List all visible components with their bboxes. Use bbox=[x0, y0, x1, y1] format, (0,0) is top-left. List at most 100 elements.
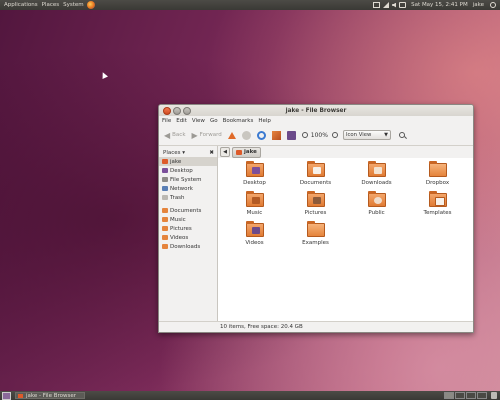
view-mode-select[interactable]: Icon View ▼ bbox=[342, 130, 391, 140]
documents-folder-icon bbox=[306, 161, 325, 177]
user-menu[interactable]: jake bbox=[473, 2, 484, 8]
home-icon[interactable] bbox=[271, 130, 281, 140]
back-button[interactable]: ◀ Back bbox=[164, 131, 186, 140]
sidebar-item-videos[interactable]: Videos bbox=[159, 233, 217, 242]
sidebar-item-network[interactable]: Network bbox=[159, 184, 217, 193]
file-item[interactable]: Dropbox bbox=[407, 161, 468, 193]
file-item-label: Templates bbox=[423, 210, 452, 216]
taskbar-window-button[interactable]: jake - File Browser bbox=[15, 392, 85, 399]
sidebar-item-desktop[interactable]: Desktop bbox=[159, 166, 217, 175]
desktop-icon bbox=[162, 168, 168, 173]
file-item[interactable]: Desktop bbox=[224, 161, 285, 193]
volume-icon[interactable] bbox=[392, 2, 397, 8]
messaging-icon[interactable] bbox=[399, 2, 407, 8]
file-item-label: Pictures bbox=[304, 210, 327, 216]
sidebar-item-music[interactable]: Music bbox=[159, 215, 217, 224]
file-item[interactable]: Downloads bbox=[346, 161, 407, 193]
folder-icon bbox=[162, 244, 168, 249]
menu-help[interactable]: Help bbox=[258, 118, 271, 124]
menubar: File Edit View Go Bookmarks Help bbox=[159, 116, 473, 125]
reload-icon[interactable] bbox=[256, 130, 266, 140]
status-bar: 10 items, Free space: 20.4 GB bbox=[159, 321, 473, 332]
sidebar-item-downloads[interactable]: Downloads bbox=[159, 242, 217, 251]
menu-bookmarks[interactable]: Bookmarks bbox=[223, 118, 254, 124]
folder-icon bbox=[162, 235, 168, 240]
window-title: jake - File Browser bbox=[285, 107, 347, 114]
back-arrow-icon: ◀ bbox=[164, 130, 171, 140]
sidebar-item-pictures[interactable]: Pictures bbox=[159, 224, 217, 233]
trash-applet-icon[interactable] bbox=[491, 392, 497, 399]
stop-icon[interactable] bbox=[241, 130, 251, 140]
home-folder-icon bbox=[162, 159, 168, 164]
zoom-in-icon[interactable] bbox=[331, 132, 338, 138]
home-folder-icon bbox=[236, 149, 242, 155]
top-panel: Applications Places System Sat May 15, 2… bbox=[0, 0, 500, 10]
zoom-out-icon[interactable] bbox=[301, 132, 308, 138]
folder-icon bbox=[162, 217, 168, 222]
forward-button[interactable]: ▶ Forward bbox=[192, 131, 222, 140]
places-sidebar: Places ▾ ✖ jake Desktop File System Netw… bbox=[159, 146, 218, 322]
path-crumb-jake[interactable]: jake bbox=[232, 146, 261, 158]
folder-icon bbox=[162, 226, 168, 231]
up-icon[interactable] bbox=[227, 131, 236, 139]
sidebar-item-trash[interactable]: Trash bbox=[159, 193, 217, 202]
file-item[interactable]: Videos bbox=[224, 221, 285, 253]
clock[interactable]: Sat May 15, 2:41 PM bbox=[411, 2, 468, 8]
close-sidebar-icon[interactable]: ✖ bbox=[209, 150, 214, 156]
network-icon[interactable] bbox=[383, 2, 390, 8]
bottom-panel: jake - File Browser bbox=[0, 391, 500, 400]
workspace-1[interactable] bbox=[444, 392, 454, 399]
firefox-launcher-icon[interactable] bbox=[86, 1, 95, 9]
file-item-label: Examples bbox=[302, 240, 329, 246]
file-item-label: Documents bbox=[299, 180, 332, 186]
file-view[interactable]: ◀ jake Desktop Documents Downloads Dropb… bbox=[218, 146, 473, 322]
file-item[interactable]: Documents bbox=[285, 161, 346, 193]
path-left-arrow-icon[interactable]: ◀ bbox=[220, 147, 230, 157]
back-label: Back bbox=[172, 132, 186, 138]
sidebar-item-jake[interactable]: jake bbox=[159, 157, 217, 166]
forward-label: Forward bbox=[199, 132, 222, 138]
folder-icon bbox=[428, 161, 447, 177]
templates-folder-icon bbox=[428, 191, 447, 207]
zoom-level[interactable]: 100% bbox=[311, 132, 328, 139]
file-item[interactable]: Music bbox=[224, 191, 285, 223]
workspace-2[interactable] bbox=[455, 392, 465, 399]
menu-go[interactable]: Go bbox=[210, 118, 218, 124]
folder-icon bbox=[18, 393, 23, 398]
search-icon[interactable] bbox=[398, 132, 405, 138]
videos-folder-icon bbox=[245, 221, 264, 237]
file-item[interactable]: Examples bbox=[285, 221, 346, 253]
file-item[interactable]: Public bbox=[346, 191, 407, 223]
file-item[interactable]: Pictures bbox=[285, 191, 346, 223]
desktop-folder-icon bbox=[245, 161, 264, 177]
sidebar-item-documents[interactable]: Documents bbox=[159, 206, 217, 215]
window-titlebar[interactable]: jake - File Browser bbox=[159, 105, 473, 116]
power-icon[interactable] bbox=[490, 2, 496, 8]
file-item[interactable]: Templates bbox=[407, 191, 468, 223]
file-item-label: Music bbox=[246, 210, 263, 216]
file-item-label: Downloads bbox=[361, 180, 392, 186]
system-menu[interactable]: System bbox=[63, 2, 84, 8]
workspace-4[interactable] bbox=[477, 392, 487, 399]
mail-icon[interactable] bbox=[373, 2, 381, 8]
file-item-label: Dropbox bbox=[425, 180, 450, 186]
music-folder-icon bbox=[245, 191, 264, 207]
drive-icon bbox=[162, 177, 168, 182]
workspace-3[interactable] bbox=[466, 392, 476, 399]
menu-edit[interactable]: Edit bbox=[176, 118, 187, 124]
file-item-label: Videos bbox=[245, 240, 264, 246]
show-desktop-button[interactable] bbox=[2, 391, 11, 400]
browser-body: Places ▾ ✖ jake Desktop File System Netw… bbox=[159, 146, 473, 322]
sidebar-item-file-system[interactable]: File System bbox=[159, 175, 217, 184]
computer-icon[interactable] bbox=[286, 130, 296, 140]
public-folder-icon bbox=[367, 191, 386, 207]
menu-file[interactable]: File bbox=[162, 118, 171, 124]
chevron-down-icon: ▼ bbox=[384, 132, 388, 138]
pictures-folder-icon bbox=[306, 191, 325, 207]
file-item-label: Desktop bbox=[243, 180, 266, 186]
network-icon bbox=[162, 186, 168, 191]
places-menu[interactable]: Places bbox=[42, 2, 60, 8]
applications-menu[interactable]: Applications bbox=[4, 2, 38, 8]
menu-view[interactable]: View bbox=[192, 118, 205, 124]
sidebar-type-select[interactable]: Places ▾ bbox=[163, 150, 185, 156]
